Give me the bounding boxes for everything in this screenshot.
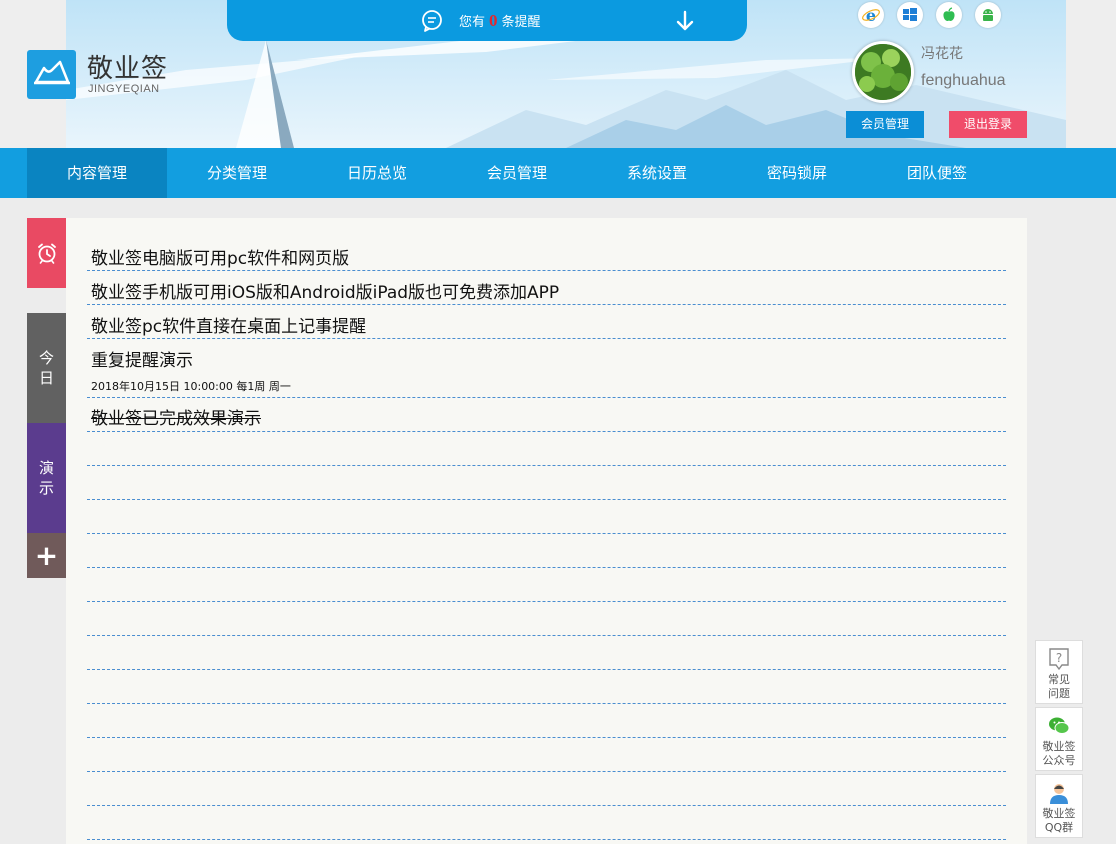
note-line — [87, 771, 1006, 772]
note-item[interactable]: 敬业签pc软件直接在桌面上记事提醒 — [91, 312, 366, 337]
alarm-clock-icon — [37, 243, 56, 264]
reminder-suffix: 条提醒 — [501, 15, 541, 30]
qq-label-2: QQ群 — [1044, 821, 1074, 834]
wechat-label-2: 公众号 — [1042, 754, 1076, 767]
nav-item-lock[interactable]: 密码锁屏 — [727, 148, 867, 198]
chat-icon — [422, 10, 442, 32]
question-icon: ? — [1049, 648, 1069, 671]
faq-button[interactable]: ? 常见 问题 — [1035, 640, 1083, 704]
note-line — [87, 567, 1006, 568]
note-line — [87, 601, 1006, 602]
windows-icon[interactable] — [897, 2, 923, 28]
platform-icons: e — [858, 2, 1001, 28]
tab-demo[interactable]: 演示 — [27, 423, 66, 533]
note-line — [87, 431, 1006, 432]
user-name-en: fenghuahua — [921, 72, 1006, 89]
wechat-icon — [1049, 717, 1070, 734]
tab-today-label: 今日 — [38, 349, 54, 387]
nav-item-calendar[interactable]: 日历总览 — [307, 148, 447, 198]
nav-item-members[interactable]: 会员管理 — [447, 148, 587, 198]
nav-item-content[interactable]: 内容管理 — [27, 148, 167, 198]
note-line — [87, 669, 1006, 670]
arrow-down-icon[interactable] — [673, 9, 697, 33]
avatar[interactable] — [852, 41, 914, 103]
qq-group-icon — [1050, 784, 1068, 804]
nav-item-category[interactable]: 分类管理 — [167, 148, 307, 198]
note-line — [87, 499, 1006, 500]
tab-reminders[interactable] — [27, 218, 66, 288]
wechat-button[interactable]: 敬业签 公众号 — [1035, 707, 1083, 771]
notes-panel: 敬业签电脑版可用pc软件和网页版 敬业签手机版可用iOS版和Android版iP… — [66, 218, 1027, 844]
reminder-bar[interactable]: 您有 0 条提醒 — [227, 0, 747, 41]
apple-icon[interactable] — [936, 2, 962, 28]
note-item-completed[interactable]: 敬业签已完成效果演示 — [91, 404, 261, 429]
plus-icon: + — [34, 539, 59, 572]
note-line — [87, 465, 1006, 466]
note-reminder-time: 2018年10月15日 10:00:00 每1周 周一 — [91, 380, 291, 393]
nav-item-team[interactable]: 团队便签 — [867, 148, 1007, 198]
note-line — [87, 839, 1006, 840]
android-icon[interactable] — [975, 2, 1001, 28]
logo-subtitle: JINGYEQIAN — [88, 83, 160, 95]
tab-today[interactable]: 今日 — [27, 313, 66, 423]
note-line — [87, 397, 1006, 398]
note-line — [87, 533, 1006, 534]
note-line — [87, 270, 1006, 271]
qq-label-1: 敬业签 — [1042, 807, 1076, 820]
tab-demo-label: 演示 — [38, 459, 54, 497]
faq-label-1: 常见 — [1048, 673, 1070, 686]
reminder-count: 0 — [489, 11, 498, 30]
logo-title: 敬业签 — [87, 54, 169, 84]
wechat-label-1: 敬业签 — [1042, 740, 1076, 753]
qq-group-button[interactable]: 敬业签 QQ群 — [1035, 774, 1083, 838]
faq-label-2: 问题 — [1048, 687, 1070, 700]
nav-item-settings[interactable]: 系统设置 — [587, 148, 727, 198]
header: 敬业签 JINGYEQIAN 您有 0 条提醒 e 冯花花 fenghuahua… — [0, 0, 1116, 148]
member-management-button[interactable]: 会员管理 — [846, 111, 924, 138]
note-item[interactable]: 敬业签手机版可用iOS版和Android版iPad版也可免费添加APP — [91, 278, 559, 303]
svg-text:?: ? — [1056, 651, 1062, 665]
note-item[interactable]: 敬业签电脑版可用pc软件和网页版 — [91, 244, 349, 269]
add-category-button[interactable]: + — [27, 533, 66, 578]
note-line — [87, 635, 1006, 636]
note-line — [87, 737, 1006, 738]
reminder-prefix: 您有 — [459, 15, 486, 30]
reminder-text: 您有 0 条提醒 — [459, 11, 541, 31]
svg-text:e: e — [866, 6, 876, 24]
note-line — [87, 304, 1006, 305]
logo[interactable] — [27, 50, 76, 99]
logo-icon — [33, 60, 70, 84]
note-line — [87, 805, 1006, 806]
note-line — [87, 338, 1006, 339]
note-line — [87, 703, 1006, 704]
logout-button[interactable]: 退出登录 — [949, 111, 1027, 138]
user-name-cn: 冯花花 — [921, 46, 963, 62]
note-item[interactable]: 重复提醒演示 — [91, 346, 193, 371]
main-nav: 内容管理 分类管理 日历总览 会员管理 系统设置 密码锁屏 团队便签 — [0, 148, 1116, 198]
ie-icon[interactable]: e — [858, 2, 884, 28]
